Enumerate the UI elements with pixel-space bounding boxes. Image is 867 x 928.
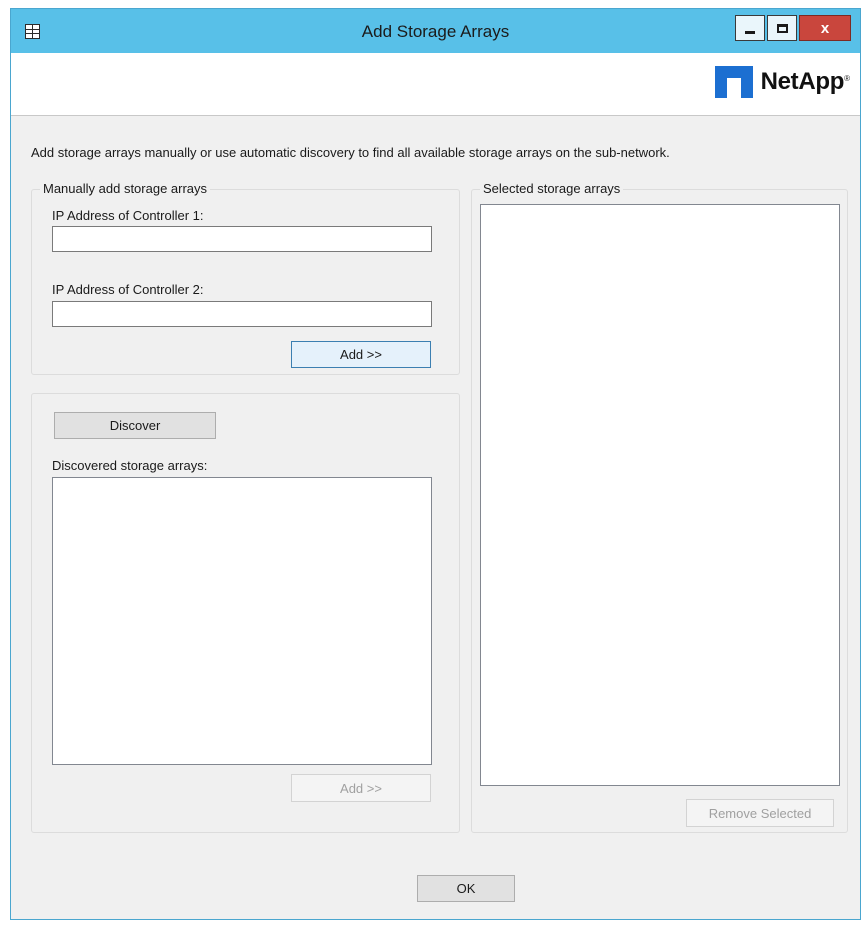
controller1-label: IP Address of Controller 1: (52, 208, 204, 223)
logo-wordmark: NetApp (760, 68, 845, 95)
window-title: Add Storage Arrays (361, 22, 510, 41)
discovery-group: Discover Discovered storage arrays: Add … (31, 393, 460, 833)
netapp-logo-icon (714, 66, 753, 98)
close-icon: x (820, 19, 830, 37)
title-bar[interactable]: Add Storage Arrays x (11, 9, 860, 53)
close-button[interactable]: x (799, 15, 851, 41)
header-banner: NetApp ® (11, 53, 860, 116)
maximize-button[interactable] (767, 15, 797, 41)
add-storage-arrays-dialog: Add Storage Arrays x NetApp ® Add storag… (10, 8, 861, 920)
manual-add-button[interactable]: Add >> (291, 341, 431, 368)
discovered-add-button[interactable]: Add >> (291, 774, 431, 802)
controller1-ip-input[interactable] (52, 226, 432, 252)
selected-arrays-group: Selected storage arrays Remove Selected (471, 181, 848, 833)
controller2-label: IP Address of Controller 2: (52, 282, 204, 297)
ok-button[interactable]: OK (417, 875, 515, 902)
discovered-list-label: Discovered storage arrays: (52, 458, 208, 473)
trademark-symbol: ® (844, 74, 850, 83)
instructions-text: Add storage arrays manually or use autom… (31, 145, 670, 160)
minimize-icon (745, 30, 755, 34)
manual-add-group: Manually add storage arrays IP Address o… (31, 181, 460, 375)
netapp-logo: NetApp ® (714, 66, 850, 98)
remove-selected-button[interactable]: Remove Selected (686, 799, 834, 827)
selected-arrays-list[interactable] (480, 204, 840, 786)
discovered-arrays-list[interactable] (52, 477, 432, 765)
maximize-icon (776, 23, 788, 33)
minimize-button[interactable] (735, 15, 765, 41)
controller2-ip-input[interactable] (52, 301, 432, 327)
selected-arrays-legend: Selected storage arrays (480, 181, 624, 196)
manual-add-legend: Manually add storage arrays (40, 181, 211, 196)
discover-button[interactable]: Discover (54, 412, 216, 439)
